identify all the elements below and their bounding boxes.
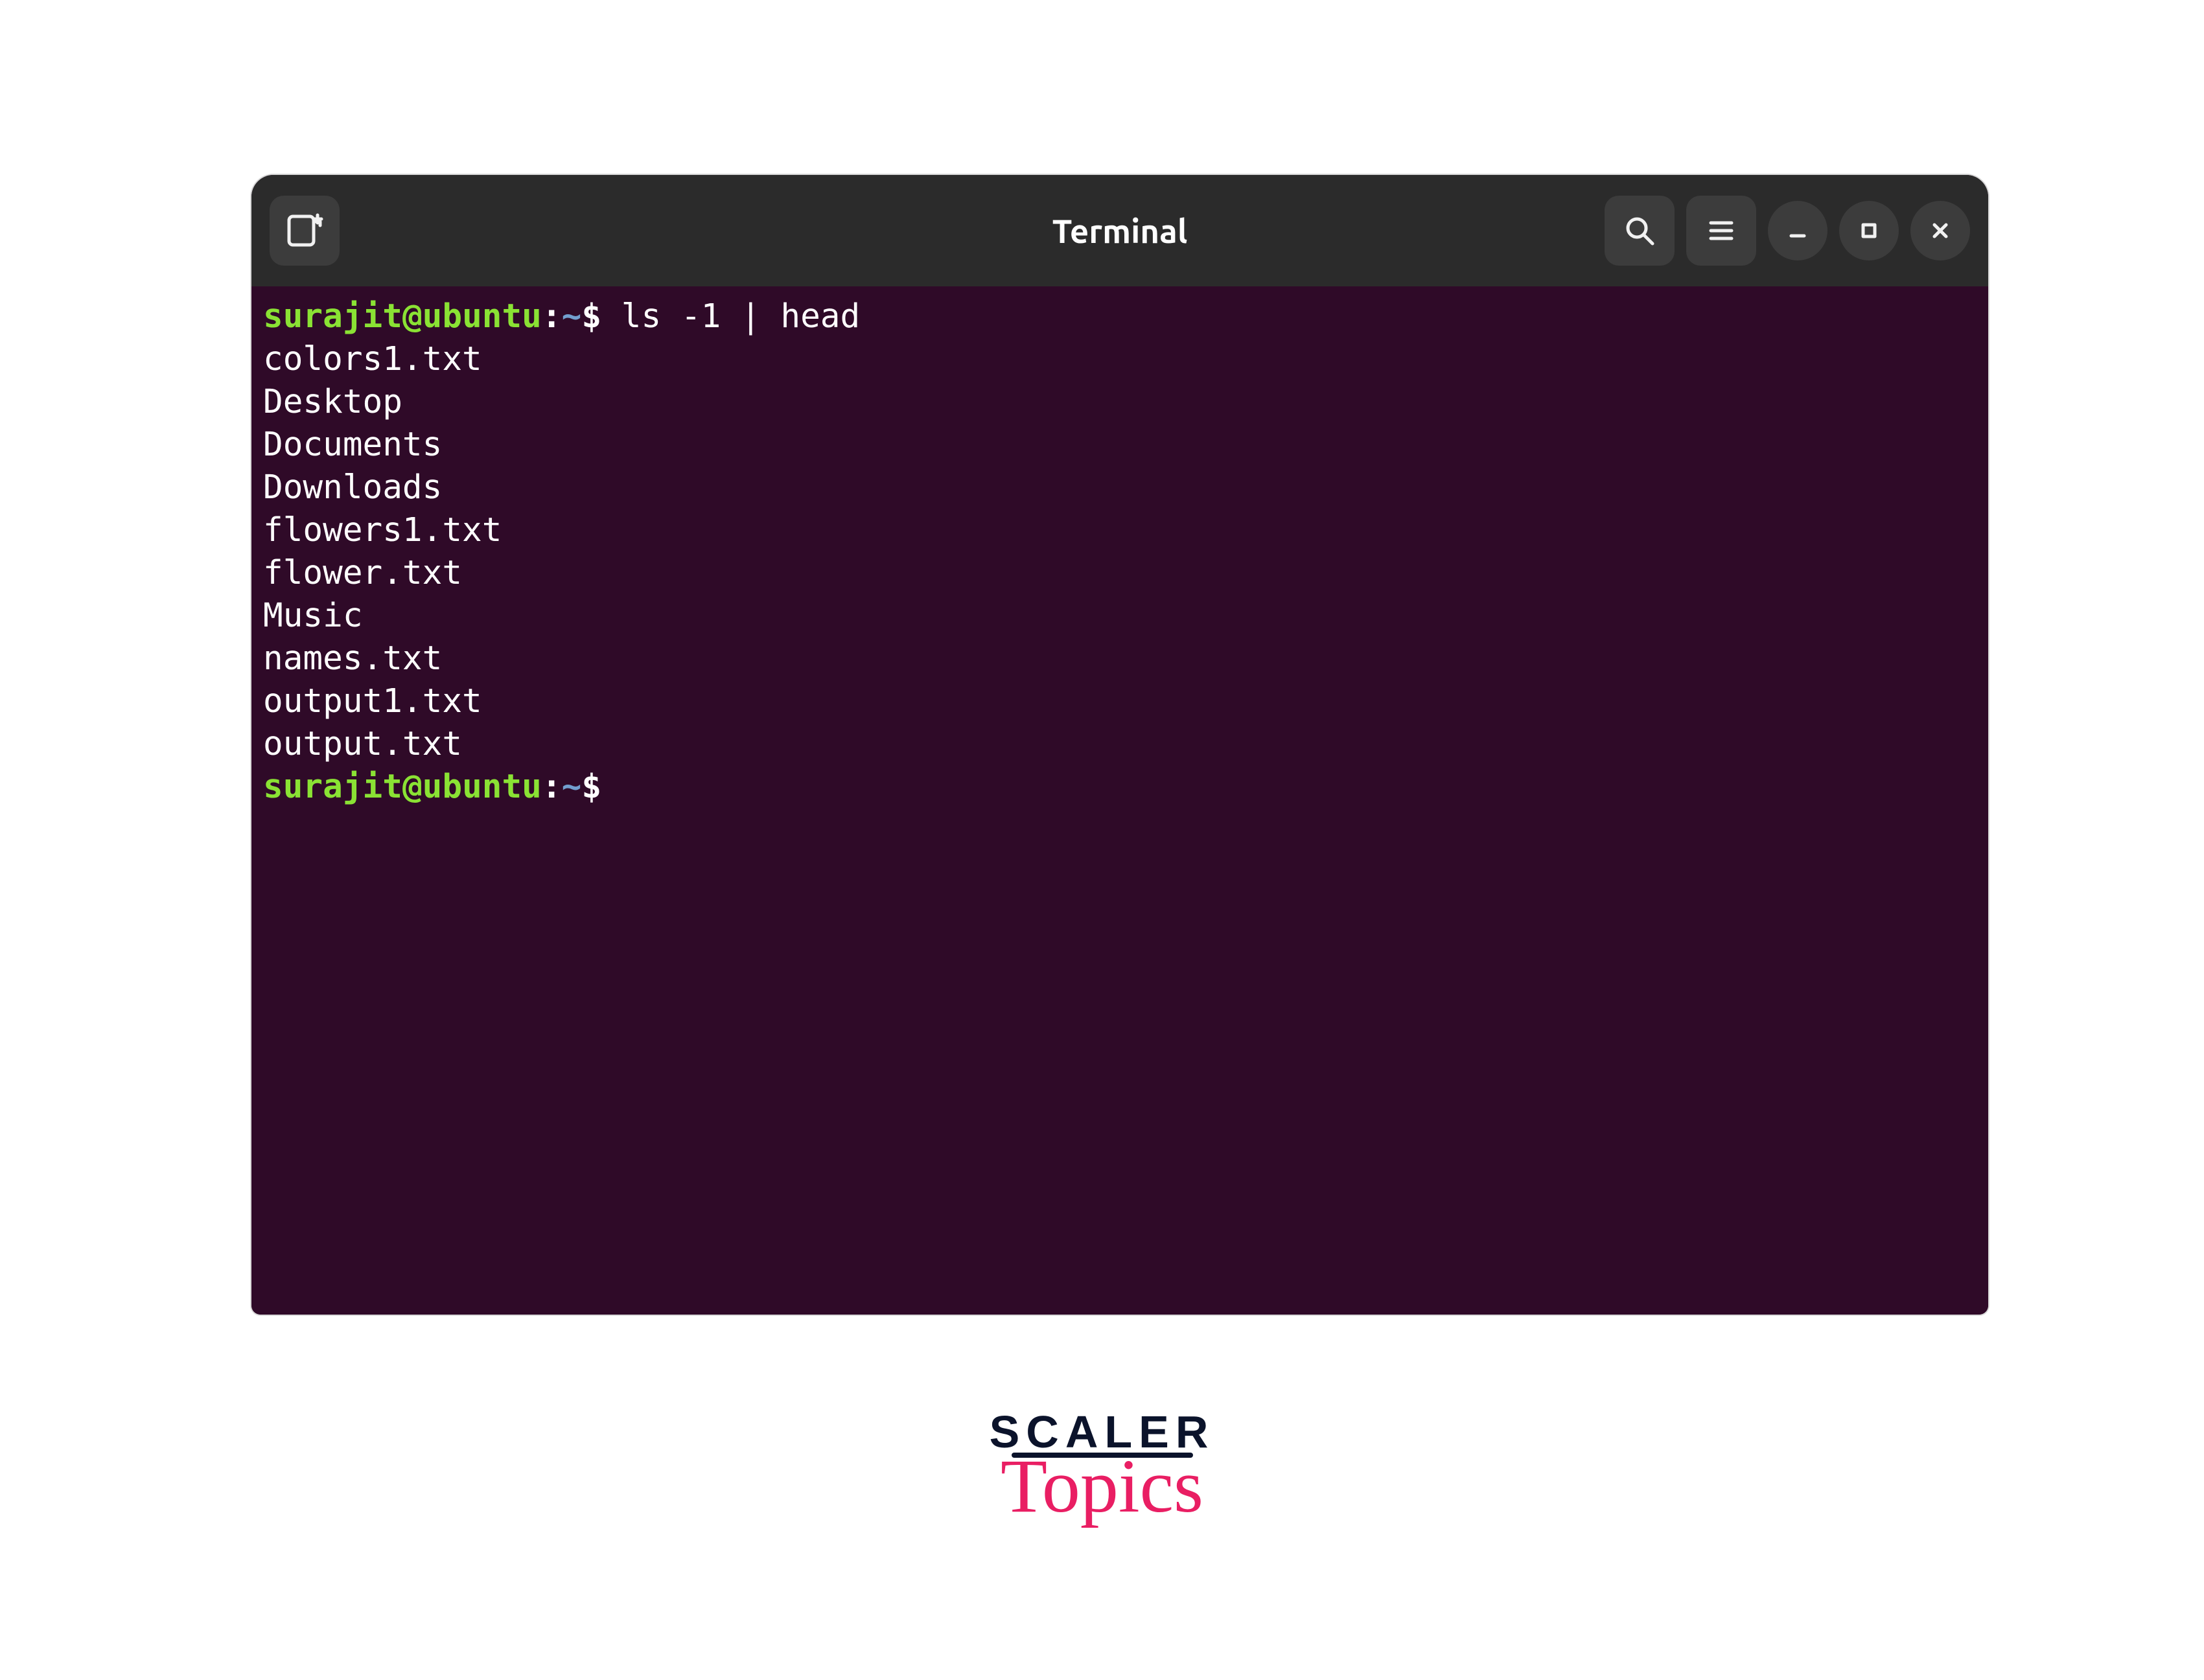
output-line: Downloads [263,466,1977,509]
output-line: names.txt [263,638,1977,680]
prompt-host: ubuntu [423,297,542,336]
prompt-symbol: $ [581,768,621,806]
titlebar: Terminal [251,175,1988,286]
prompt-user: surajit [263,768,402,806]
hamburger-icon [1704,214,1738,247]
maximize-button[interactable] [1839,201,1899,260]
new-tab-icon [285,213,324,249]
prompt-path: ~ [562,768,582,806]
command-text: ls -1 | head [621,297,860,336]
prompt-colon: : [542,297,562,336]
output-line: Documents [263,424,1977,466]
output-line: Desktop [263,381,1977,424]
output-line: Music [263,595,1977,638]
search-icon [1621,213,1658,249]
window-controls [1605,196,1970,266]
prompt-symbol: $ [581,297,621,336]
close-button[interactable] [1910,201,1970,260]
output-line: flower.txt [263,552,1977,595]
minimize-icon [1785,218,1811,244]
close-icon [1927,218,1953,244]
window-title: Terminal [1052,212,1188,249]
prompt-colon: : [542,768,562,806]
brand-logo: SCALER Topics [990,1406,1215,1530]
output-line: output.txt [263,723,1977,766]
terminal-line: surajit@ubuntu:~$ [263,766,1977,809]
prompt-host: ubuntu [423,768,542,806]
terminal-line: surajit@ubuntu:~$ ls -1 | head [263,295,1977,338]
terminal-window: Terminal [251,175,1988,1315]
menu-button[interactable] [1686,196,1756,266]
prompt-path: ~ [562,297,582,336]
output-line: colors1.txt [263,338,1977,381]
terminal-body[interactable]: surajit@ubuntu:~$ ls -1 | headcolors1.tx… [251,286,1988,1315]
output-line: flowers1.txt [263,509,1977,552]
prompt-at: @ [402,768,423,806]
new-tab-button[interactable] [270,196,340,266]
brand-underline [1012,1453,1193,1458]
minimize-button[interactable] [1768,201,1827,260]
prompt-user: surajit [263,297,402,336]
output-line: output1.txt [263,680,1977,723]
maximize-icon [1856,218,1882,244]
search-button[interactable] [1605,196,1675,266]
prompt-at: @ [402,297,423,336]
